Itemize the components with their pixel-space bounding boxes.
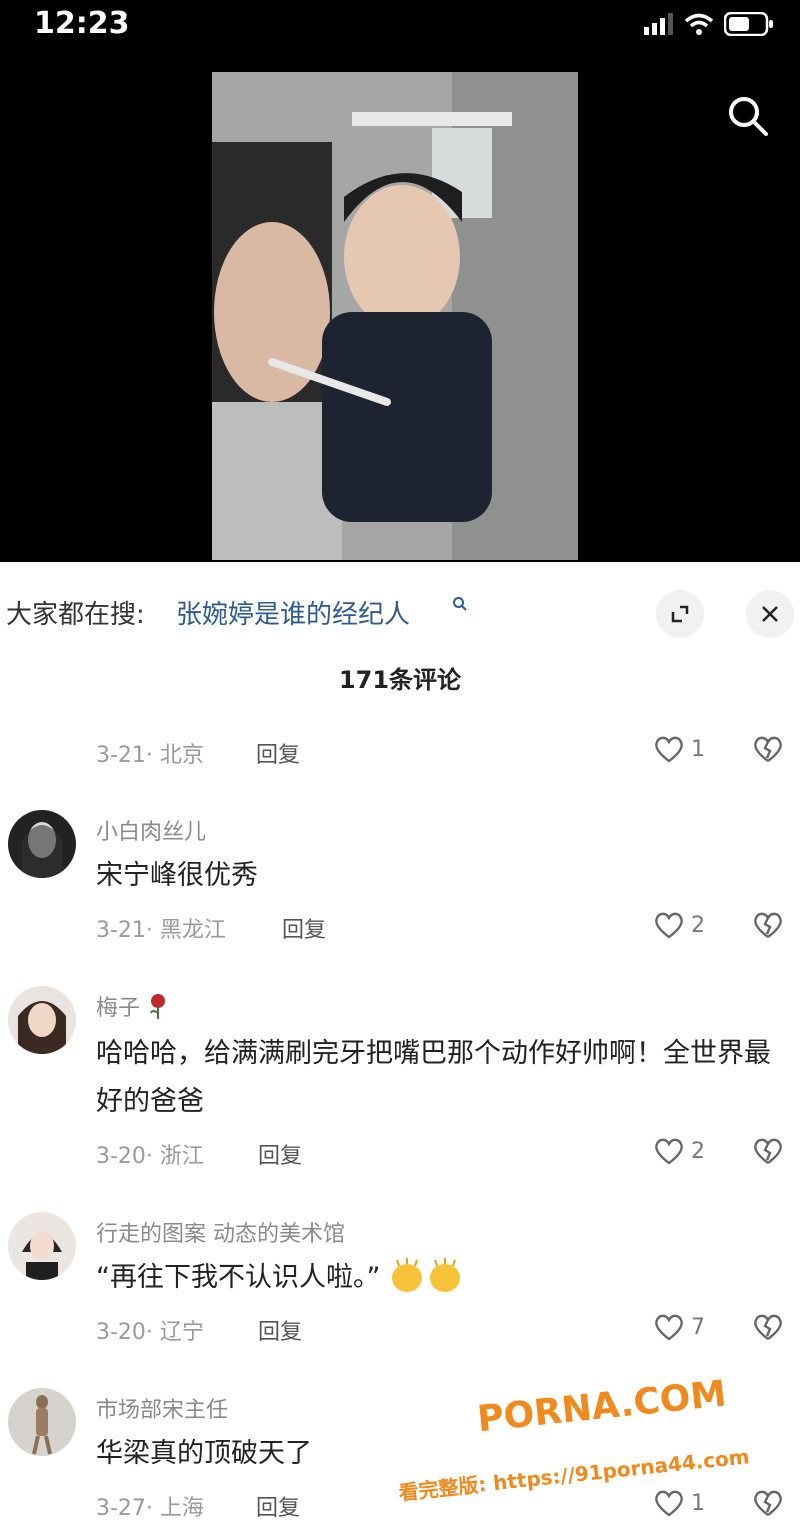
comment-meta: 3-20· 浙江: [96, 1144, 204, 1169]
close-icon: [762, 606, 778, 622]
like-count: 1: [691, 736, 705, 762]
watermark-brand: PORNA.COM: [475, 1373, 728, 1440]
wifi-icon: [684, 13, 714, 35]
like-button[interactable]: 2: [653, 910, 705, 940]
signal-icon: [644, 13, 673, 35]
username[interactable]: 行走的图案 动态的美术馆: [96, 1216, 345, 1248]
close-button[interactable]: [746, 590, 794, 638]
username[interactable]: 市场部宋主任: [96, 1392, 228, 1424]
comment-meta: 3-21· 黑龙江: [96, 918, 226, 943]
comment-meta: 3-21· 北京: [96, 743, 204, 768]
trending-prefix: 大家都在搜:: [6, 600, 145, 630]
username[interactable]: 小白肉丝儿: [96, 814, 206, 846]
small-search-icon: [452, 596, 468, 616]
video-frame[interactable]: [212, 72, 578, 560]
comment-text-body: “再往下我不认识人啦。”: [96, 1262, 381, 1293]
dislike-button[interactable]: [752, 1312, 784, 1346]
avatar[interactable]: [8, 810, 76, 878]
dislike-button[interactable]: [752, 734, 784, 768]
comment-meta: 3-20· 辽宁: [96, 1320, 204, 1345]
reply-button[interactable]: 回复: [256, 737, 300, 769]
video-area[interactable]: 12:23: [0, 0, 800, 562]
heart-icon: [655, 736, 683, 763]
broken-heart-icon: [754, 1138, 782, 1164]
search-icon: [729, 97, 768, 136]
comment-meta: 3-27· 上海: [96, 1496, 204, 1521]
heart-icon: [655, 912, 683, 939]
like-count: 7: [691, 1314, 705, 1340]
reply-button[interactable]: 回复: [258, 1314, 302, 1346]
trending-search[interactable]: 大家都在搜: 张婉婷是谁的经纪人: [0, 562, 800, 662]
expand-icon: [671, 605, 689, 623]
comment-text: “再往下我不认识人啦。”: [96, 1254, 792, 1302]
watermark-url: 看完整版: https://91porna44.com: [397, 1444, 750, 1505]
status-icons: [644, 12, 774, 36]
clap-emoji-icon: [392, 1258, 461, 1292]
reply-button[interactable]: 回复: [258, 1138, 302, 1170]
search-button[interactable]: [724, 92, 772, 140]
comment-text: 宋宁峰很优秀: [96, 860, 258, 891]
comment-count: 171条评论: [338, 666, 462, 694]
avatar[interactable]: [8, 1388, 76, 1456]
trending-term-link[interactable]: 张婉婷是谁的经纪人: [176, 594, 410, 631]
like-button[interactable]: 1: [653, 734, 705, 764]
like-count: 2: [691, 1138, 705, 1164]
comment-text: 哈哈哈，给满满刷完牙把嘴巴那个动作好帅啊！全世界最好的爸爸: [96, 1038, 771, 1117]
like-button[interactable]: 2: [653, 1136, 705, 1166]
reply-button[interactable]: 回复: [256, 1490, 300, 1522]
broken-heart-icon: [754, 736, 782, 762]
heart-icon: [655, 1138, 683, 1165]
broken-heart-icon: [754, 912, 782, 938]
like-button[interactable]: 7: [653, 1312, 705, 1342]
avatar[interactable]: [8, 986, 76, 1054]
rose-icon: [150, 994, 166, 1019]
username-text: 梅子: [96, 996, 141, 1021]
username[interactable]: 梅子: [96, 990, 169, 1022]
status-time: 12:23: [34, 6, 130, 41]
avatar[interactable]: [8, 1212, 76, 1280]
battery-icon: [724, 12, 773, 36]
video-thumbnail: [212, 72, 578, 560]
watermark: PORNA.COM 看完整版: https://91porna44.com: [388, 1368, 788, 1508]
dislike-button[interactable]: [752, 1136, 784, 1170]
reply-button[interactable]: 回复: [282, 912, 326, 944]
like-count: 2: [691, 912, 705, 938]
broken-heart-icon: [754, 1314, 782, 1340]
dislike-button[interactable]: [752, 910, 784, 944]
heart-icon: [655, 1314, 683, 1341]
expand-button[interactable]: [656, 590, 704, 638]
